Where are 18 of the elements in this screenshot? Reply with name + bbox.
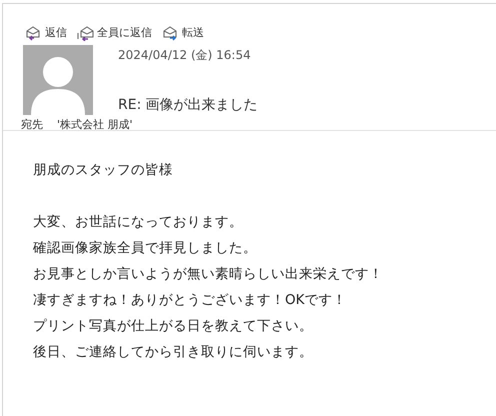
envelope-icon [162, 24, 179, 41]
reply-all-button[interactable]: 全員に返信 [75, 24, 154, 41]
subject-text: RE: 画像が出来ました [118, 96, 258, 114]
body-line: プリント写真が仕上がる日を教えて下さい。 [33, 317, 314, 336]
body-line: 確認画像家族全員で拝見しました。 [33, 239, 258, 258]
body-line: 大変、お世話になっております。 [33, 213, 244, 232]
date-text: 2024/04/12 (金) 16:54 [118, 47, 252, 64]
to-label: 宛先 [21, 117, 43, 132]
forward-button[interactable]: 転送 [160, 24, 206, 41]
reply-button[interactable]: 返信 [23, 24, 69, 41]
avatar-icon [23, 45, 93, 115]
body-line: 凄すぎますね！ありがとうございます！OKです！ [33, 291, 348, 310]
envelope-icon [25, 24, 42, 41]
recipient-text: '株式会社 朋成' [57, 117, 133, 132]
body-line: 後日、ご連絡してから引き取りに伺います。 [33, 343, 314, 362]
greeting-text: 朋成のスタッフの皆様 [33, 161, 174, 180]
body-line: お見事としか言いようが無い素晴らしい出来栄えです！ [33, 265, 384, 284]
envelope-icon [77, 24, 94, 41]
